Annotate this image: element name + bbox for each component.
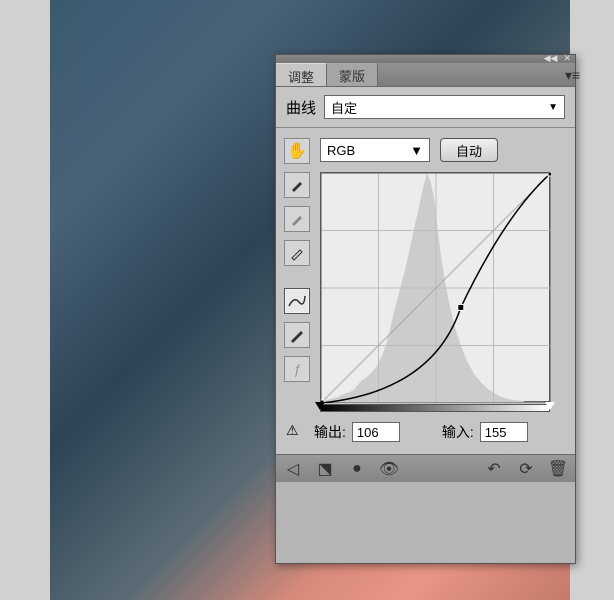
chevron-down-icon: ▼ (548, 102, 558, 113)
eyedropper-gray[interactable] (284, 206, 310, 232)
trash-icon[interactable]: 🗑 (549, 460, 567, 478)
output-field[interactable]: 106 (352, 422, 400, 442)
curves-title: 曲线 (286, 97, 316, 118)
expand-icon[interactable]: ⬔ (316, 460, 334, 478)
tab-mask[interactable]: 蒙版 (327, 63, 378, 86)
chevron-down-icon: ▼ (410, 143, 423, 158)
back-icon[interactable]: ◁ (284, 460, 302, 478)
output-label: 输出: (314, 422, 346, 442)
black-point-slider[interactable] (315, 402, 325, 410)
reset-icon[interactable]: ⟳ (517, 460, 535, 478)
clip-warning-icon[interactable]: ⚠ (286, 422, 308, 442)
visibility-icon[interactable]: 👁 (380, 460, 398, 478)
point-curve-tool[interactable] (284, 288, 310, 314)
curves-graph[interactable] (320, 172, 550, 402)
previous-state-icon[interactable]: ↶ (485, 460, 503, 478)
eyedropper-black[interactable] (284, 172, 310, 198)
panel-menu-icon[interactable]: ▾≡ (559, 63, 575, 86)
channel-dropdown[interactable]: RGB ▼ (320, 138, 430, 162)
input-label: 输入: (442, 422, 474, 442)
preset-dropdown[interactable]: 自定 ▼ (324, 95, 565, 119)
white-point-slider[interactable] (545, 402, 555, 410)
target-adjust-tool[interactable]: ✋ (284, 138, 310, 164)
collapse-icon[interactable]: ◀◀ (544, 53, 558, 64)
input-field[interactable]: 155 (480, 422, 528, 442)
preset-value: 自定 (331, 98, 357, 117)
panel-bottombar: ◁ ⬔ ● 👁 ↶ ⟳ 🗑 (276, 454, 575, 482)
pencil-curve-tool[interactable] (284, 322, 310, 348)
adjustments-panel: ◀◀ ✕ 调整 蒙版 ▾≡ 曲线 自定 ▼ ✋ ƒ (275, 54, 576, 564)
input-slider-track[interactable] (320, 402, 550, 412)
smooth-tool[interactable]: ƒ (284, 356, 310, 382)
close-icon[interactable]: ✕ (563, 53, 571, 64)
channel-value: RGB (327, 143, 355, 158)
auto-button[interactable]: 自动 (440, 138, 498, 162)
tab-adjustments[interactable]: 调整 (276, 63, 327, 86)
eyedropper-white[interactable] (284, 240, 310, 266)
curves-tool-column: ✋ ƒ (282, 138, 312, 412)
panel-tabs: 调整 蒙版 ▾≡ (276, 63, 575, 87)
clip-layer-icon[interactable]: ● (348, 460, 366, 478)
panel-topbar: ◀◀ ✕ (276, 55, 575, 63)
